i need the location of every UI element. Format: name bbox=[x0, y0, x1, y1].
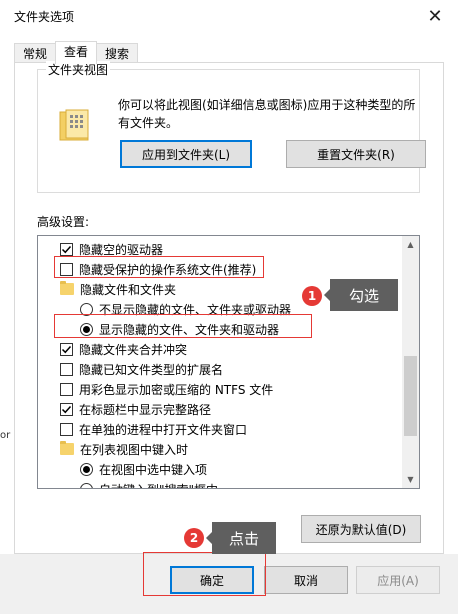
step-1-callout: 勾选 bbox=[324, 279, 398, 311]
advanced-setting-label: 在单独的进程中打开文件夹窗口 bbox=[79, 422, 248, 437]
step-2-marker: 2 bbox=[184, 528, 204, 548]
tab-view[interactable]: 查看 bbox=[55, 41, 98, 64]
checkbox-checked-icon[interactable] bbox=[60, 242, 73, 256]
advanced-setting-row: 在列表视图中键入时 bbox=[38, 439, 402, 459]
folder-view-group: 文件夹视图 你可以将此视图(如详细信息或图标)应用于这种类型的所有文件夹。 应用… bbox=[37, 61, 426, 193]
advanced-setting-label: 用彩色显示加密或压缩的 NTFS 文件 bbox=[79, 382, 274, 397]
scroll-down-icon[interactable]: ▼ bbox=[402, 471, 419, 488]
advanced-settings-label: 高级设置: bbox=[37, 215, 90, 229]
checkbox-unchecked-icon[interactable] bbox=[60, 362, 73, 376]
advanced-setting-row[interactable]: 在标题栏中显示完整路径 bbox=[38, 399, 402, 419]
checkbox-unchecked-icon[interactable] bbox=[60, 422, 73, 436]
folder-view-description: 你可以将此视图(如详细信息或图标)应用于这种类型的所有文件夹。 bbox=[118, 98, 416, 130]
scroll-up-icon[interactable]: ▲ bbox=[402, 236, 419, 253]
advanced-setting-row[interactable]: 自动键入到"搜索"框中 bbox=[38, 479, 402, 488]
checkbox-checked-icon[interactable] bbox=[60, 342, 73, 356]
advanced-setting-label: 隐藏文件夹合并冲突 bbox=[79, 342, 188, 357]
highlight-show-hidden-files bbox=[54, 314, 312, 338]
apply-to-folders-button[interactable]: 应用到文件夹(L) bbox=[120, 140, 252, 168]
highlight-protected-os-files bbox=[54, 256, 264, 278]
folder-icon bbox=[60, 281, 74, 295]
advanced-setting-label: 隐藏文件和文件夹 bbox=[80, 282, 177, 297]
step-1-marker: 1 bbox=[302, 286, 322, 306]
apply-button[interactable]: 应用(A) bbox=[356, 566, 440, 594]
advanced-setting-label: 在视图中选中键入项 bbox=[99, 462, 208, 477]
radio-selected-icon[interactable] bbox=[80, 462, 93, 476]
advanced-setting-label: 隐藏已知文件类型的扩展名 bbox=[79, 362, 224, 377]
tab-strip: 常规 查看 搜索 bbox=[14, 41, 139, 64]
advanced-setting-label: 自动键入到"搜索"框中 bbox=[99, 481, 218, 489]
background-text-fragment: or bbox=[0, 430, 11, 441]
advanced-setting-row[interactable]: 隐藏已知文件类型的扩展名 bbox=[38, 359, 402, 379]
step-2-callout: 点击 bbox=[206, 522, 276, 554]
folder-view-icon bbox=[59, 109, 89, 141]
advanced-setting-label: 隐藏空的驱动器 bbox=[79, 242, 164, 257]
advanced-setting-row[interactable]: 在单独的进程中打开文件夹窗口 bbox=[38, 419, 402, 439]
checkbox-unchecked-icon[interactable] bbox=[60, 382, 73, 396]
title-bar: 文件夹选项 ✕ bbox=[0, 0, 458, 32]
advanced-setting-label: 在列表视图中键入时 bbox=[80, 442, 189, 457]
advanced-setting-label: 在标题栏中显示完整路径 bbox=[79, 402, 212, 417]
radio-unselected-icon[interactable] bbox=[80, 482, 93, 488]
folder-icon bbox=[60, 441, 74, 455]
highlight-ok-button bbox=[143, 552, 266, 596]
advanced-setting-row[interactable]: 在视图中选中键入项 bbox=[38, 459, 402, 479]
reset-folders-button[interactable]: 重置文件夹(R) bbox=[286, 140, 426, 168]
advanced-settings-scrollbar[interactable]: ▲ ▼ bbox=[402, 236, 419, 488]
cancel-button[interactable]: 取消 bbox=[264, 566, 348, 594]
close-icon[interactable]: ✕ bbox=[412, 0, 458, 32]
window-title: 文件夹选项 bbox=[14, 10, 75, 24]
restore-defaults-button[interactable]: 还原为默认值(D) bbox=[301, 515, 421, 543]
advanced-setting-row[interactable]: 隐藏文件夹合并冲突 bbox=[38, 339, 402, 359]
advanced-setting-row[interactable]: 用彩色显示加密或压缩的 NTFS 文件 bbox=[38, 379, 402, 399]
scroll-thumb[interactable] bbox=[404, 356, 417, 436]
checkbox-checked-icon[interactable] bbox=[60, 402, 73, 416]
